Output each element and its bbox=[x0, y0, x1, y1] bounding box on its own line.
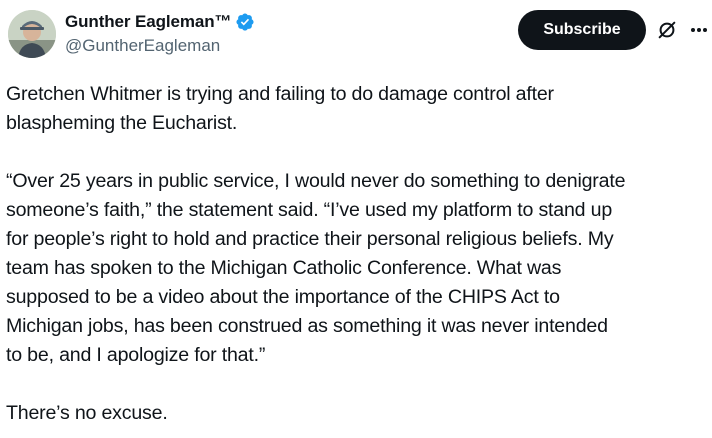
more-options-icon[interactable] bbox=[688, 20, 710, 40]
tweet-line: “Over 25 years in public service, I woul… bbox=[6, 170, 626, 192]
tweet-line: team has spoken to the Michigan Catholic… bbox=[6, 257, 562, 279]
display-name[interactable]: Gunther Eagleman™ bbox=[65, 12, 232, 32]
tweet-line: for people’s right to hold and practice … bbox=[6, 228, 614, 250]
tweet-line: to be, and I apologize for that.” bbox=[6, 344, 266, 366]
avatar[interactable] bbox=[8, 10, 56, 58]
verified-badge-icon bbox=[235, 12, 255, 32]
grok-icon[interactable] bbox=[656, 19, 678, 41]
author-block: Gunther Eagleman™ @GuntherEagleman bbox=[65, 10, 255, 56]
tweet-line: someone’s faith,” the statement said. “I… bbox=[6, 199, 613, 221]
tweet-line: supposed to be a video about the importa… bbox=[6, 286, 560, 308]
tweet-line: blaspheming the Eucharist. bbox=[6, 112, 238, 134]
tweet-line: There’s no excuse. bbox=[6, 402, 168, 424]
subscribe-button[interactable]: Subscribe bbox=[518, 10, 646, 50]
tweet: Gunther Eagleman™ @GuntherEagleman Subsc… bbox=[0, 0, 712, 438]
handle[interactable]: @GuntherEagleman bbox=[65, 36, 255, 56]
tweet-line: Gretchen Whitmer is trying and failing t… bbox=[6, 83, 554, 105]
tweet-line: Michigan jobs, has been construed as som… bbox=[6, 315, 608, 337]
tweet-text: Gretchen Whitmer is trying and failing t… bbox=[6, 80, 712, 428]
